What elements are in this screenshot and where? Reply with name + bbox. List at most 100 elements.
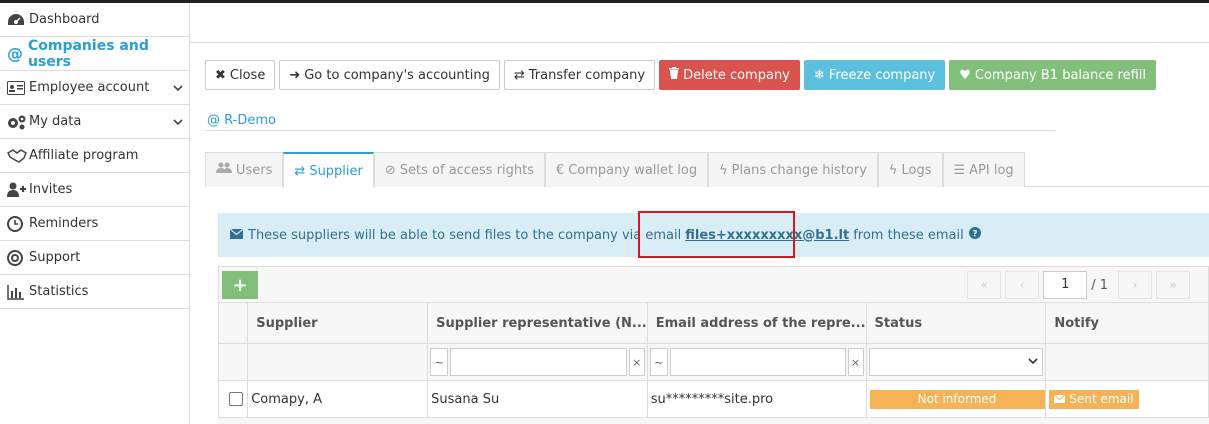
exchange-icon: ⇄	[513, 67, 525, 83]
grid-toolbar: + « ‹ 1 / 1 › »	[218, 266, 1209, 303]
next-page-button[interactable]: ›	[1118, 271, 1152, 299]
tab-api-log[interactable]: ☰ API log	[942, 152, 1025, 187]
cell-supplier: Comapy, A	[247, 380, 429, 418]
status-badge: Not informed	[869, 389, 1045, 409]
filter-cell-email: ~ ×	[646, 343, 867, 381]
at-icon: @	[207, 113, 220, 128]
cell-email: su*********site.pro	[646, 380, 867, 418]
tab-users[interactable]: Users	[205, 152, 284, 187]
chevron-down-icon	[173, 82, 183, 97]
company-name-link[interactable]: @ R-Demo	[207, 113, 276, 128]
representative-filter-input[interactable]	[450, 348, 627, 376]
sent-email-label: Sent email	[1069, 392, 1134, 406]
id-card-icon	[7, 80, 29, 95]
cell-representative: Susana Su	[427, 380, 648, 418]
cell-status: Not informed	[865, 380, 1047, 418]
add-supplier-button[interactable]: +	[222, 271, 258, 299]
action-toolbar: ✖ Close ➜ Go to company's accounting ⇄ T…	[205, 60, 1156, 90]
sent-email-badge[interactable]: Sent email	[1049, 389, 1139, 409]
info-text-before: These suppliers will be able to send fil…	[248, 227, 682, 243]
freeze-button-label: Freeze company	[828, 67, 936, 83]
plus-icon: +	[232, 274, 248, 296]
filter-cell-notify	[1045, 343, 1209, 381]
sidebar-item-reminders[interactable]: Reminders	[0, 207, 189, 241]
column-header-representative[interactable]: Supplier representative (N...	[427, 302, 648, 344]
balance-refill-button[interactable]: ♥ Company B1 balance refill	[949, 60, 1156, 90]
tab-label: Sets of access rights	[399, 162, 534, 178]
highlight-annotation-box	[638, 211, 795, 258]
tab-company-wallet-log[interactable]: € Company wallet log	[544, 152, 709, 187]
column-header-notify[interactable]: Notify	[1045, 302, 1209, 344]
heartbeat-icon: ♥	[959, 67, 971, 83]
sidebar-item-label: Reminders	[29, 216, 99, 231]
tab-label: Plans change history	[731, 162, 867, 178]
delete-button-label: Delete company	[683, 67, 790, 83]
column-header-supplier[interactable]: Supplier	[247, 302, 429, 344]
filter-cell-empty	[217, 343, 249, 381]
exchange-icon: ⇄	[294, 163, 306, 179]
sidebar-item-dashboard[interactable]: Dashboard	[0, 3, 189, 37]
close-icon: ✖	[215, 67, 226, 83]
cell-notify: Sent email	[1045, 380, 1209, 418]
tab-sets-of-access-rights[interactable]: ⊘ Sets of access rights	[373, 152, 545, 187]
envelope-icon	[229, 228, 244, 243]
page-number-input[interactable]: 1	[1043, 271, 1088, 299]
sidebar-item-employee-account[interactable]: Employee account	[0, 71, 189, 105]
transfer-button-label: Transfer company	[528, 67, 646, 83]
sidebar-item-invites[interactable]: Invites	[0, 173, 189, 207]
pagination: « ‹ 1 / 1 › »	[967, 271, 1190, 299]
sign-in-icon: ➜	[289, 67, 301, 83]
sidebar-item-statistics[interactable]: Statistics	[0, 275, 189, 309]
tabs-bar: Users ⇄ Supplier ⊘ Sets of access rights…	[205, 152, 1209, 188]
tab-label: Users	[236, 162, 273, 178]
close-button[interactable]: ✖ Close	[205, 60, 276, 90]
filter-operator-button[interactable]: ~	[649, 348, 668, 376]
filter-operator-button[interactable]: ~	[430, 348, 449, 376]
sidebar-item-support[interactable]: Support	[0, 241, 189, 275]
tab-label: API log	[969, 162, 1014, 178]
question-circle-icon[interactable]: ?	[968, 227, 981, 243]
trash-icon	[669, 67, 680, 83]
freeze-company-button[interactable]: ❄ Freeze company	[803, 60, 946, 90]
svg-text:?: ?	[972, 230, 977, 240]
first-page-button[interactable]: «	[967, 271, 1002, 299]
envelope-icon	[1054, 395, 1066, 403]
refill-button-label: Company B1 balance refill	[974, 67, 1146, 83]
company-name: R-Demo	[224, 113, 276, 128]
tab-label: Logs	[901, 162, 932, 178]
supplier-table: Supplier Supplier representative (N... E…	[217, 302, 1209, 418]
tab-logs[interactable]: ϟ Logs	[877, 152, 943, 187]
row-checkbox[interactable]	[229, 392, 243, 406]
sidebar-item-label: Invites	[29, 182, 73, 197]
snowflake-icon: ❄	[813, 67, 825, 83]
transfer-company-button[interactable]: ⇄ Transfer company	[503, 60, 656, 90]
filter-cell-representative: ~ ×	[427, 343, 648, 381]
accounting-button-label: Go to company's accounting	[304, 67, 490, 83]
tab-plans-change-history[interactable]: ϟ Plans change history	[708, 152, 878, 187]
bar-chart-icon	[7, 284, 29, 300]
go-to-accounting-button[interactable]: ➜ Go to company's accounting	[279, 60, 500, 90]
column-header-email[interactable]: Email address of the repre...	[646, 302, 867, 344]
clear-filter-button[interactable]: ×	[847, 348, 864, 376]
main-content: ✖ Close ➜ Go to company's accounting ⇄ T…	[190, 3, 1209, 424]
prev-page-button[interactable]: ‹	[1005, 271, 1040, 299]
sidebar: Dashboard @ Companies and users Employee…	[0, 3, 190, 424]
sidebar-item-label: My data	[29, 114, 82, 129]
sidebar-item-label: Support	[29, 250, 81, 265]
status-filter-select[interactable]	[868, 348, 1044, 376]
clear-filter-button[interactable]: ×	[628, 348, 645, 376]
email-filter-input[interactable]	[669, 348, 846, 376]
tab-supplier[interactable]: ⇄ Supplier	[283, 152, 374, 188]
at-icon: @	[7, 44, 23, 63]
column-header-status[interactable]: Status	[865, 302, 1047, 344]
filter-cell-supplier	[247, 343, 429, 381]
bolt-icon: ϟ	[719, 162, 728, 178]
delete-company-button[interactable]: Delete company	[659, 60, 800, 90]
tab-label: Supplier	[309, 163, 363, 179]
sidebar-item-affiliate-program[interactable]: Affiliate program	[0, 139, 189, 173]
sidebar-item-label: Statistics	[29, 284, 89, 299]
gears-icon	[7, 114, 29, 130]
sidebar-item-companies-and-users[interactable]: @ Companies and users	[0, 37, 189, 71]
sidebar-item-my-data[interactable]: My data	[0, 105, 189, 139]
last-page-button[interactable]: »	[1156, 271, 1190, 299]
